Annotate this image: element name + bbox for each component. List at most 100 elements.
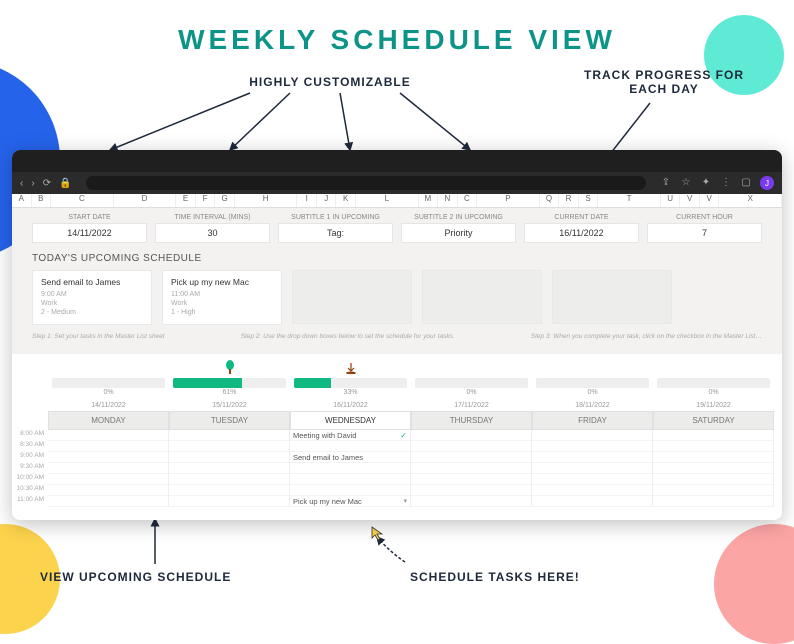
column-header[interactable]: F (196, 194, 216, 207)
url-bar[interactable] (86, 176, 646, 190)
schedule-slot[interactable] (169, 474, 289, 485)
schedule-slot[interactable] (532, 463, 652, 474)
schedule-slot[interactable] (48, 474, 168, 485)
schedule-slot[interactable] (48, 430, 168, 441)
schedule-slot[interactable] (411, 463, 531, 474)
schedule-slot[interactable] (653, 485, 773, 496)
schedule-slot[interactable] (532, 430, 652, 441)
column-header[interactable]: G (215, 194, 235, 207)
schedule-slot[interactable] (290, 474, 410, 485)
schedule-slot[interactable] (532, 485, 652, 496)
column-header[interactable]: C (458, 194, 478, 207)
date-cell: 16/11/2022 (290, 400, 411, 411)
schedule-slot[interactable]: Meeting with David✓ (290, 430, 410, 441)
config-value[interactable]: Priority (401, 223, 516, 243)
column-header[interactable]: S (579, 194, 599, 207)
column-header[interactable]: M (419, 194, 439, 207)
column-header[interactable]: R (559, 194, 579, 207)
schedule-slot[interactable] (48, 452, 168, 463)
progress-percent: 0% (536, 389, 649, 396)
schedule-slot[interactable] (48, 496, 168, 507)
schedule-slot[interactable] (169, 441, 289, 452)
schedule-slot[interactable] (532, 452, 652, 463)
menu-icon[interactable]: ⋮ (720, 177, 732, 189)
column-header[interactable]: D (114, 194, 177, 207)
column-header[interactable]: E (176, 194, 196, 207)
schedule-slot[interactable] (290, 485, 410, 496)
schedule-slot[interactable] (169, 452, 289, 463)
schedule-slot[interactable] (411, 496, 531, 507)
day-header[interactable]: THURSDAY (411, 411, 532, 430)
column-header[interactable]: A (12, 194, 32, 207)
column-header[interactable]: H (235, 194, 298, 207)
star-icon[interactable]: ☆ (680, 177, 692, 189)
extensions-icon[interactable]: ✦ (700, 177, 712, 189)
schedule-slot[interactable] (48, 485, 168, 496)
schedule-slot[interactable]: Send email to James (290, 452, 410, 463)
column-header[interactable]: L (356, 194, 419, 207)
reload-icon[interactable]: ⟳ (43, 178, 51, 189)
config-label: TIME INTERVAL (MINS) (155, 214, 270, 221)
column-header[interactable]: J (317, 194, 337, 207)
schedule-slot[interactable] (532, 441, 652, 452)
schedule-slot[interactable] (169, 430, 289, 441)
column-header[interactable]: V (700, 194, 720, 207)
day-header[interactable]: TUESDAY (169, 411, 290, 430)
schedule-slot[interactable] (48, 441, 168, 452)
column-header[interactable]: U (661, 194, 681, 207)
schedule-slot[interactable] (653, 441, 773, 452)
config-value[interactable]: Tag: (278, 223, 393, 243)
progress-percent: 33% (294, 389, 407, 396)
schedule-slot[interactable] (532, 496, 652, 507)
schedule-slot[interactable] (169, 463, 289, 474)
column-header[interactable]: I (297, 194, 317, 207)
schedule-slot[interactable] (653, 430, 773, 441)
schedule-slot[interactable] (653, 452, 773, 463)
column-header[interactable]: Q (540, 194, 560, 207)
schedule-slot[interactable] (411, 485, 531, 496)
schedule-slot[interactable] (532, 474, 652, 485)
back-icon[interactable]: ‹ (20, 178, 23, 189)
upcoming-card[interactable]: Send email to James9:00 AMWork2 - Medium (32, 270, 152, 325)
day-header[interactable]: WEDNESDAY (290, 411, 411, 430)
profile-avatar[interactable]: J (760, 176, 774, 190)
dropdown-icon[interactable]: ▾ (403, 497, 407, 505)
upcoming-card[interactable]: Pick up my new Mac11:00 AMWork1 - High (162, 270, 282, 325)
schedule-slot[interactable] (169, 496, 289, 507)
schedule-slot[interactable] (411, 430, 531, 441)
share-icon[interactable]: ⇪ (660, 177, 672, 189)
column-header[interactable]: T (598, 194, 661, 207)
config-value[interactable]: 16/11/2022 (524, 223, 639, 243)
column-header[interactable]: B (32, 194, 52, 207)
config-cell: SUBTITLE 1 IN UPCOMINGTag: (278, 214, 393, 243)
column-header[interactable]: C (51, 194, 114, 207)
schedule-slot[interactable] (48, 463, 168, 474)
day-header[interactable]: MONDAY (48, 411, 169, 430)
config-value[interactable]: 7 (647, 223, 762, 243)
schedule-slot[interactable] (653, 474, 773, 485)
day-header[interactable]: FRIDAY (532, 411, 653, 430)
column-header[interactable]: P (477, 194, 540, 207)
column-header[interactable]: K (336, 194, 356, 207)
progress-cell: 0% (532, 376, 653, 398)
column-header[interactable]: X (719, 194, 782, 207)
schedule-slot[interactable] (411, 441, 531, 452)
tablet-icon[interactable]: ▢ (740, 177, 752, 189)
spreadsheet: ABCDEFGHIJKLMNCPQRSTUVVX START DATE14/11… (12, 194, 782, 520)
column-header[interactable]: V (680, 194, 700, 207)
schedule-slot[interactable] (169, 485, 289, 496)
schedule-slot[interactable] (653, 463, 773, 474)
config-value[interactable]: 30 (155, 223, 270, 243)
forward-icon[interactable]: › (31, 178, 34, 189)
config-value[interactable]: 14/11/2022 (32, 223, 147, 243)
schedule-slot[interactable] (653, 496, 773, 507)
schedule-slot[interactable]: Pick up my new Mac▾ (290, 496, 410, 507)
config-cell: CURRENT DATE16/11/2022 (524, 214, 639, 243)
date-row: 14/11/202215/11/202216/11/202217/11/2022… (48, 400, 774, 411)
schedule-slot[interactable] (411, 452, 531, 463)
column-header[interactable]: N (438, 194, 458, 207)
schedule-slot[interactable] (290, 463, 410, 474)
schedule-slot[interactable] (290, 441, 410, 452)
schedule-slot[interactable] (411, 474, 531, 485)
day-header[interactable]: SATURDAY (653, 411, 774, 430)
